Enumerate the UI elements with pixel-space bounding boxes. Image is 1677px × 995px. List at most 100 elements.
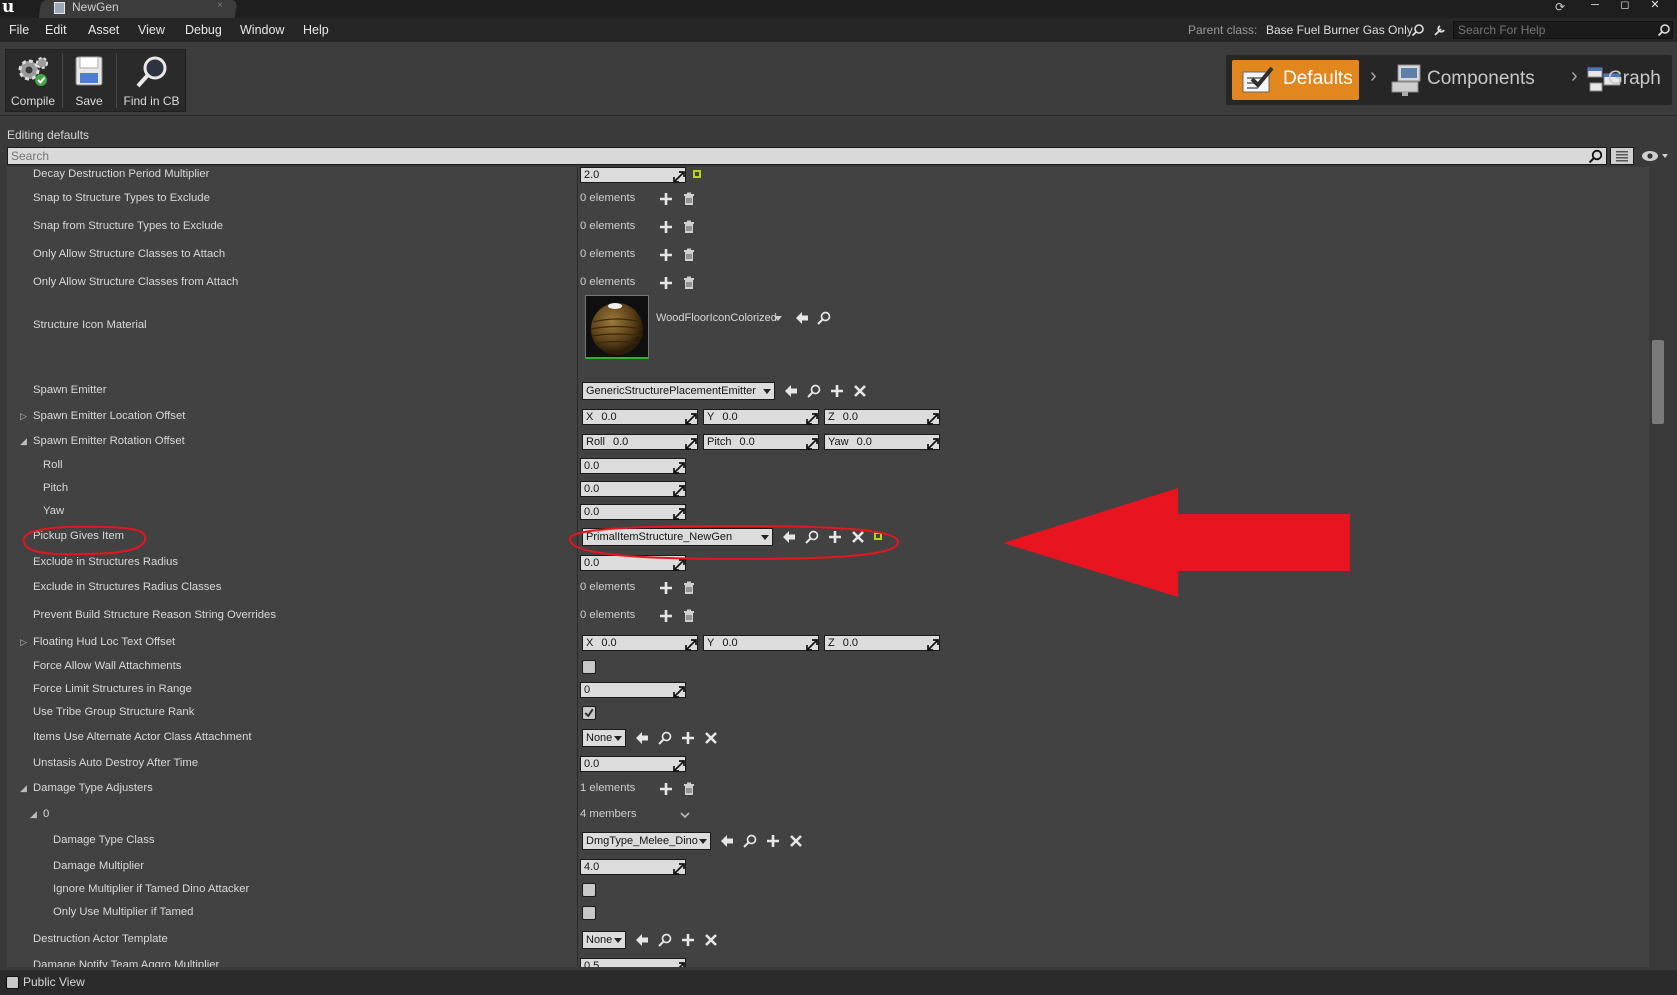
rotator-roll-field[interactable]: Roll 0.0 — [582, 434, 698, 450]
drag-handle-icon[interactable] — [671, 684, 685, 698]
mode-graph-button[interactable]: Graph — [1608, 68, 1661, 90]
drag-handle-icon[interactable] — [925, 411, 939, 425]
menu-debug[interactable]: Debug — [185, 23, 222, 37]
property-checkbox[interactable] — [582, 660, 596, 674]
mode-defaults-button[interactable]: Defaults — [1232, 60, 1359, 100]
add-element-icon[interactable] — [658, 191, 674, 207]
menu-edit[interactable]: Edit — [45, 23, 67, 37]
collapse-arrow-icon[interactable]: ◢ — [20, 436, 27, 447]
menu-help[interactable]: Help — [303, 23, 329, 37]
help-search-input[interactable] — [1453, 21, 1673, 39]
menu-file[interactable]: File — [9, 23, 29, 37]
class-picker-combo[interactable]: GenericStructurePlacementEmitter — [582, 382, 775, 400]
browse-icon[interactable] — [816, 310, 832, 326]
remove-all-icon[interactable] — [681, 781, 697, 797]
browse-icon[interactable] — [657, 730, 673, 746]
clear-icon[interactable] — [850, 529, 866, 545]
menu-asset[interactable]: Asset — [88, 23, 119, 37]
expand-arrow-icon[interactable]: ▷ — [20, 637, 27, 648]
drag-handle-icon[interactable] — [925, 637, 939, 651]
property-checkbox[interactable] — [582, 906, 596, 920]
number-field[interactable]: 0.0 — [580, 756, 686, 772]
drag-handle-icon[interactable] — [683, 436, 697, 450]
save-button[interactable]: Save — [64, 50, 114, 111]
close-window-button[interactable]: ✕ — [1643, 0, 1667, 12]
view-options-eye-icon[interactable] — [1640, 149, 1670, 163]
components-icon[interactable] — [1388, 62, 1426, 98]
add-element-icon[interactable] — [658, 580, 674, 596]
vector-y-field[interactable]: Y 0.0 — [703, 409, 819, 425]
minimize-button[interactable]: ─ — [1583, 0, 1607, 12]
property-checkbox[interactable] — [582, 883, 596, 897]
drag-handle-icon[interactable] — [671, 758, 685, 772]
mode-components-button[interactable]: Components — [1427, 68, 1535, 90]
drag-handle-icon[interactable] — [925, 436, 939, 450]
property-checkbox[interactable] — [582, 706, 596, 720]
remove-all-icon[interactable] — [681, 219, 697, 235]
reset-to-default-icon[interactable] — [870, 529, 886, 545]
number-field[interactable]: 0.0 — [580, 458, 686, 474]
create-new-icon[interactable] — [680, 932, 696, 948]
maximize-button[interactable]: ◻ — [1613, 0, 1637, 12]
remove-all-icon[interactable] — [681, 247, 697, 263]
drag-handle-icon[interactable] — [683, 411, 697, 425]
use-selected-icon[interactable] — [634, 932, 650, 948]
drag-handle-icon[interactable] — [671, 861, 685, 875]
use-selected-icon[interactable] — [781, 529, 797, 545]
reset-to-default-icon[interactable] — [689, 167, 705, 183]
add-element-icon[interactable] — [658, 247, 674, 263]
source-control-icon[interactable]: ⟳ — [1555, 1, 1569, 13]
use-selected-icon[interactable] — [719, 833, 735, 849]
add-element-icon[interactable] — [658, 781, 674, 797]
number-field[interactable]: 0.0 — [580, 504, 686, 520]
browse-icon[interactable] — [806, 383, 822, 399]
vector-z-field[interactable]: Z 0.0 — [824, 409, 940, 425]
search-icon[interactable] — [1588, 149, 1603, 164]
browse-icon[interactable] — [742, 833, 758, 849]
browse-parent-class-icon[interactable] — [1411, 23, 1425, 37]
create-new-icon[interactable] — [827, 529, 843, 545]
compile-button[interactable]: Compile — [6, 50, 60, 111]
drag-handle-icon[interactable] — [671, 557, 685, 571]
drag-handle-icon[interactable] — [804, 637, 818, 651]
material-thumbnail[interactable] — [585, 295, 649, 359]
create-new-icon[interactable] — [765, 833, 781, 849]
vector-z-field[interactable]: Z 0.0 — [824, 635, 940, 651]
vector-y-field[interactable]: Y 0.0 — [703, 635, 819, 651]
vector-x-field[interactable]: X 0.0 — [582, 635, 698, 651]
collapse-arrow-icon[interactable]: ◢ — [20, 783, 27, 794]
number-field[interactable]: 4.0 — [580, 859, 686, 875]
add-element-icon[interactable] — [658, 275, 674, 291]
details-scrollbar[interactable] — [1652, 340, 1664, 424]
rotator-yaw-field[interactable]: Yaw 0.0 — [824, 434, 940, 450]
tab-close-icon[interactable]: × — [217, 0, 223, 11]
browse-icon[interactable] — [804, 529, 820, 545]
find-in-cb-button[interactable]: Find in CB — [118, 50, 185, 111]
vector-x-field[interactable]: X 0.0 — [582, 409, 698, 425]
remove-all-icon[interactable] — [681, 191, 697, 207]
document-tab[interactable] — [38, 0, 238, 18]
class-picker-combo[interactable]: DmgType_Melee_Dino — [582, 832, 711, 850]
details-search-input[interactable] — [9, 148, 1579, 164]
asset-picker-combo[interactable]: WoodFloorIconColorized — [653, 310, 785, 328]
create-new-icon[interactable] — [829, 383, 845, 399]
drag-handle-icon[interactable] — [683, 637, 697, 651]
drag-handle-icon[interactable] — [671, 483, 685, 497]
collapse-arrow-icon[interactable]: ◢ — [30, 809, 37, 820]
drag-handle-icon[interactable] — [671, 960, 685, 967]
clear-icon[interactable] — [788, 833, 804, 849]
number-field[interactable]: 0.0 — [580, 555, 686, 571]
number-field[interactable]: 0 — [580, 682, 686, 698]
search-icon[interactable] — [1657, 23, 1671, 37]
drag-handle-icon[interactable] — [671, 506, 685, 520]
menu-window[interactable]: Window — [240, 23, 284, 37]
menu-view[interactable]: View — [138, 23, 165, 37]
class-picker-combo[interactable]: None — [582, 729, 626, 747]
edit-parent-class-icon[interactable] — [1433, 23, 1447, 37]
remove-all-icon[interactable] — [681, 608, 697, 624]
drag-handle-icon[interactable] — [804, 411, 818, 425]
number-field[interactable]: 0.0 — [580, 481, 686, 497]
property-matrix-icon[interactable] — [1610, 147, 1634, 165]
clear-icon[interactable] — [852, 383, 868, 399]
browse-icon[interactable] — [657, 932, 673, 948]
